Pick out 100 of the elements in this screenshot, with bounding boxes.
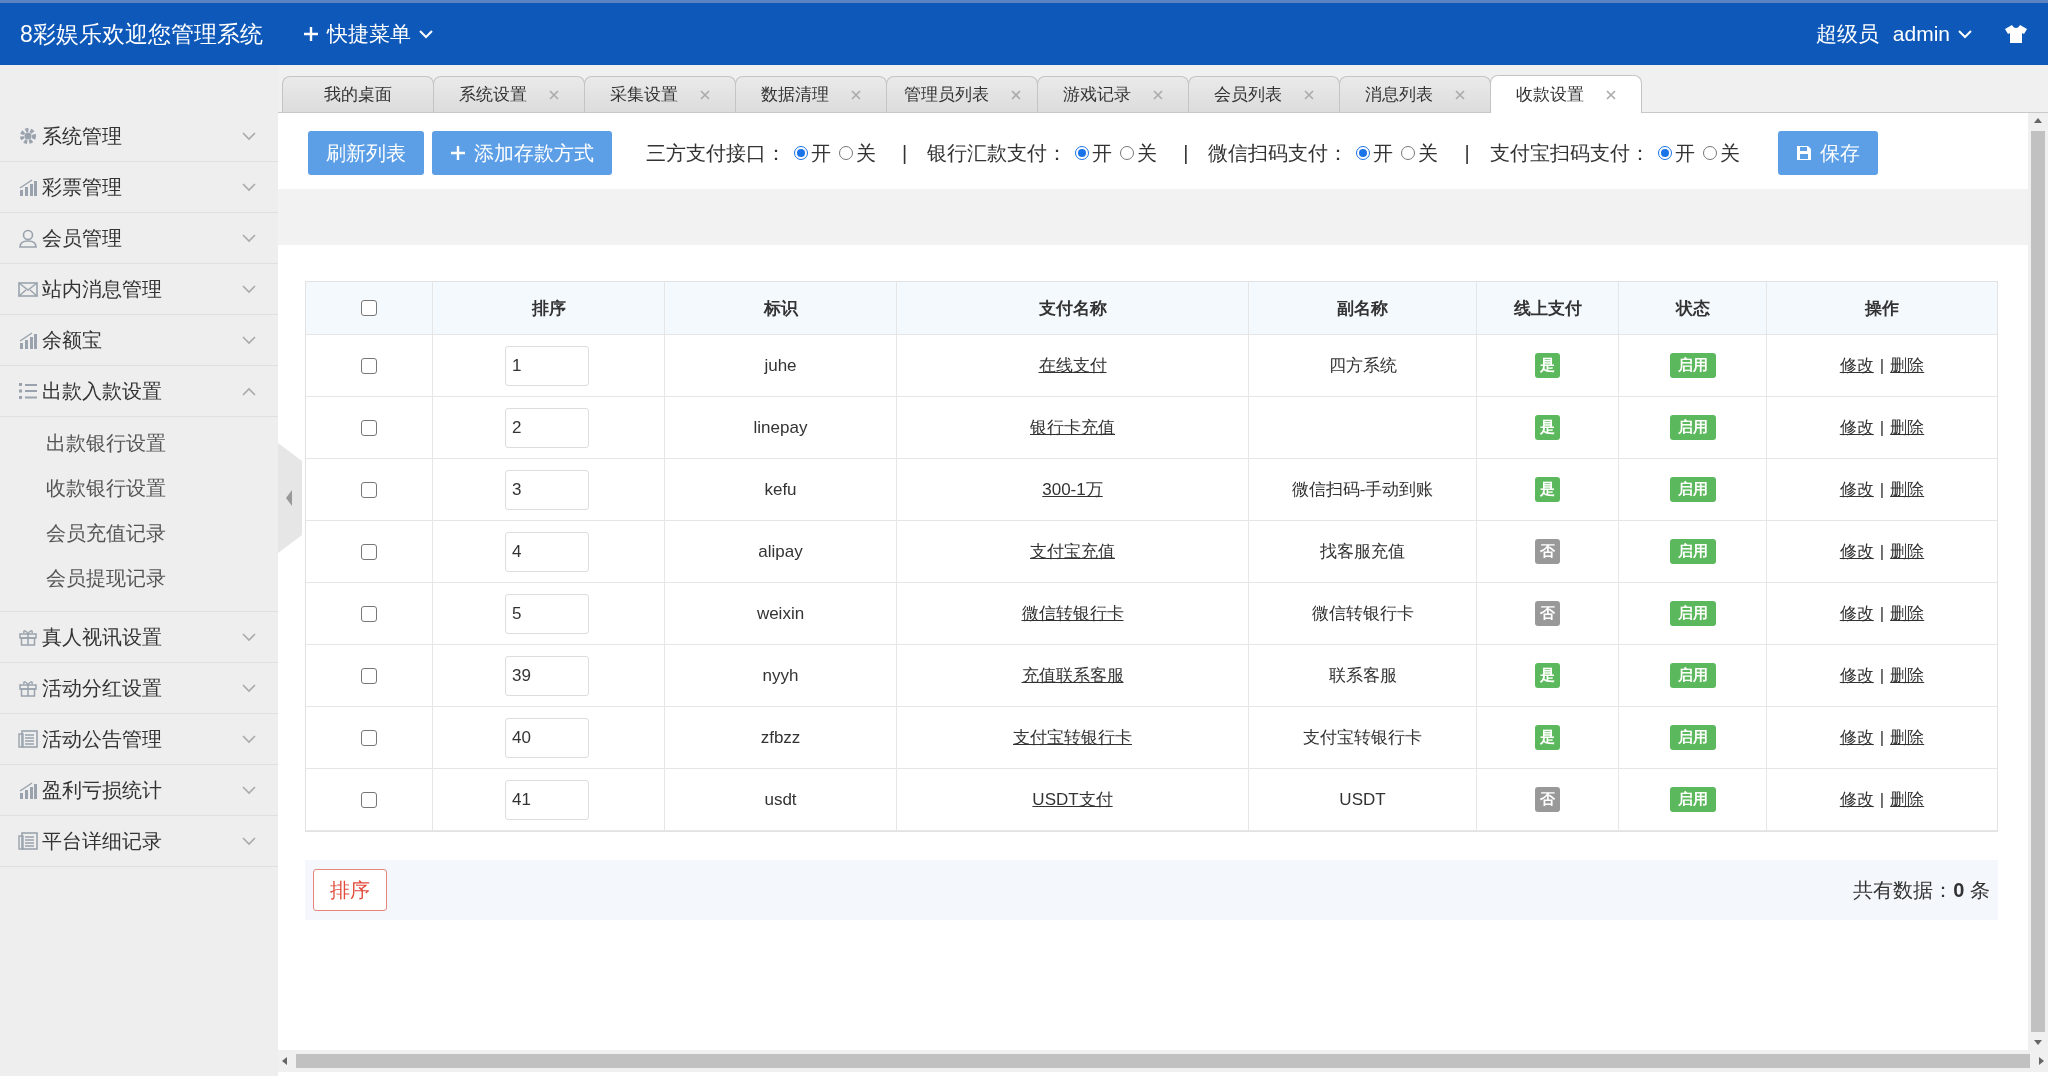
order-field[interactable]: 3 bbox=[505, 469, 589, 510]
sidebar-item[interactable]: 活动分红设置 bbox=[0, 663, 278, 714]
tab[interactable]: 采集设置 bbox=[584, 76, 736, 112]
row-checkbox[interactable] bbox=[361, 605, 377, 622]
edit-link[interactable]: 修改 bbox=[1839, 726, 1874, 749]
sidebar-item[interactable]: 活动公告管理 bbox=[0, 714, 278, 765]
table-cell: 支付宝转银行卡 bbox=[1249, 707, 1477, 769]
row-checkbox[interactable] bbox=[361, 481, 377, 498]
tab[interactable]: 收款设置 bbox=[1490, 75, 1642, 113]
order-field[interactable]: 4 bbox=[505, 531, 589, 572]
select-all-checkbox[interactable] bbox=[361, 300, 377, 316]
separator-text: | bbox=[1879, 727, 1885, 748]
order-field[interactable]: 40 bbox=[505, 717, 589, 758]
radio-option[interactable]: 开 bbox=[794, 139, 831, 167]
sidebar-item[interactable]: 站内消息管理 bbox=[0, 264, 278, 315]
envelope-icon bbox=[18, 279, 38, 299]
edit-link[interactable]: 修改 bbox=[1839, 354, 1874, 377]
row-checkbox[interactable] bbox=[361, 357, 377, 374]
tab[interactable]: 数据清理 bbox=[735, 76, 887, 112]
payment-name-link[interactable]: 微信转银行卡 bbox=[1021, 602, 1124, 625]
bar-chart-icon bbox=[18, 177, 38, 197]
radio-option[interactable]: 开 bbox=[1657, 139, 1695, 167]
close-icon[interactable] bbox=[1606, 89, 1616, 100]
status-badge: 启用 bbox=[1669, 353, 1716, 378]
separator-text: | bbox=[1879, 789, 1885, 810]
edit-link[interactable]: 修改 bbox=[1839, 540, 1874, 563]
delete-link[interactable]: 删除 bbox=[1890, 788, 1925, 811]
delete-link[interactable]: 删除 bbox=[1890, 726, 1925, 749]
radio-button[interactable] bbox=[1657, 146, 1672, 160]
order-field[interactable]: 39 bbox=[505, 655, 589, 696]
delete-link[interactable]: 删除 bbox=[1890, 602, 1925, 625]
payment-name-link[interactable]: 支付宝转银行卡 bbox=[1013, 726, 1132, 749]
sort-button[interactable]: 排序 bbox=[313, 869, 387, 911]
status-badge: 启用 bbox=[1669, 725, 1716, 750]
row-checkbox[interactable] bbox=[361, 791, 377, 808]
row-checkbox[interactable] bbox=[361, 543, 377, 560]
online-badge: 是 bbox=[1535, 477, 1560, 502]
tab[interactable]: 游戏记录 bbox=[1037, 76, 1189, 112]
delete-link[interactable]: 删除 bbox=[1890, 478, 1925, 501]
sidebar-subitem[interactable]: 会员充值记录 bbox=[0, 511, 278, 556]
sidebar-item[interactable]: 平台详细记录 bbox=[0, 816, 278, 867]
status-badge: 启用 bbox=[1669, 787, 1716, 812]
order-field[interactable]: 5 bbox=[505, 593, 589, 634]
delete-link[interactable]: 删除 bbox=[1890, 664, 1925, 687]
sidebar-item[interactable]: 盈利亏损统计 bbox=[0, 765, 278, 816]
radio-button[interactable] bbox=[1356, 146, 1371, 160]
online-badge: 是 bbox=[1535, 663, 1560, 688]
document-icon bbox=[18, 729, 38, 749]
order-field[interactable]: 41 bbox=[505, 779, 589, 820]
delete-link[interactable]: 删除 bbox=[1890, 416, 1925, 439]
radio-option[interactable]: 开 bbox=[1356, 139, 1394, 167]
radio-option[interactable]: 关 bbox=[1120, 139, 1158, 167]
sidebar-subitem[interactable]: 收款银行设置 bbox=[0, 466, 278, 511]
shirt-icon[interactable] bbox=[2004, 24, 2028, 44]
user-role: 超级员 bbox=[1815, 21, 1879, 47]
sidebar-collapse-handle[interactable] bbox=[278, 443, 302, 553]
sidebar-item[interactable]: 真人视讯设置 bbox=[0, 612, 278, 663]
payment-name-link[interactable]: 支付宝充值 bbox=[1030, 540, 1115, 563]
radio-option[interactable]: 关 bbox=[1401, 139, 1439, 167]
table-cell: zfbzz bbox=[665, 707, 897, 769]
horizontal-scrollbar[interactable] bbox=[278, 1050, 2048, 1072]
delete-link[interactable]: 删除 bbox=[1890, 540, 1925, 563]
quick-menu-button[interactable]: 快捷菜单 bbox=[302, 20, 433, 48]
user-menu-button[interactable]: admin bbox=[1892, 22, 1972, 46]
tab[interactable]: 管理员列表 bbox=[886, 76, 1038, 112]
edit-link[interactable]: 修改 bbox=[1839, 788, 1874, 811]
edit-link[interactable]: 修改 bbox=[1839, 602, 1874, 625]
document-icon bbox=[18, 831, 38, 851]
radio-button[interactable] bbox=[794, 146, 808, 160]
row-checkbox[interactable] bbox=[361, 419, 377, 436]
edit-link[interactable]: 修改 bbox=[1839, 416, 1874, 439]
order-field[interactable]: 2 bbox=[505, 407, 589, 448]
tab[interactable]: 系统设置 bbox=[433, 76, 585, 112]
sidebar-subitem[interactable]: 出款银行设置 bbox=[0, 421, 278, 466]
caret-icon bbox=[418, 29, 433, 39]
payment-name-link[interactable]: 300-1万 bbox=[1042, 478, 1103, 501]
order-field[interactable]: 1 bbox=[505, 345, 589, 386]
tab[interactable]: 消息列表 bbox=[1339, 76, 1491, 112]
payment-name-link[interactable]: 在线支付 bbox=[1038, 354, 1107, 377]
row-checkbox[interactable] bbox=[361, 729, 377, 746]
column-header: 操作 bbox=[1767, 282, 1997, 335]
sidebar-item[interactable]: 余额宝 bbox=[0, 315, 278, 366]
online-badge: 是 bbox=[1535, 725, 1560, 750]
edit-link[interactable]: 修改 bbox=[1839, 664, 1874, 687]
radio-option[interactable]: 开 bbox=[1075, 139, 1113, 167]
radio-option[interactable]: 关 bbox=[839, 139, 876, 167]
radio-option[interactable]: 关 bbox=[1702, 139, 1740, 167]
payment-name-link[interactable]: 银行卡充值 bbox=[1030, 416, 1115, 439]
tab[interactable]: 我的桌面 bbox=[282, 76, 434, 112]
radio-button[interactable] bbox=[1075, 146, 1090, 160]
status-badge: 启用 bbox=[1669, 601, 1716, 626]
payment-name-link[interactable]: USDT支付 bbox=[1032, 788, 1113, 811]
delete-link[interactable]: 删除 bbox=[1890, 354, 1925, 377]
vertical-scrollbar[interactable] bbox=[2028, 113, 2048, 1050]
sidebar-subitem[interactable]: 会员提现记录 bbox=[0, 556, 278, 601]
row-checkbox[interactable] bbox=[361, 667, 377, 684]
tab[interactable]: 会员列表 bbox=[1188, 76, 1340, 112]
payment-name-link[interactable]: 充值联系客服 bbox=[1021, 664, 1124, 687]
sidebar-item[interactable]: 彩票管理 bbox=[0, 162, 278, 213]
edit-link[interactable]: 修改 bbox=[1839, 478, 1874, 501]
